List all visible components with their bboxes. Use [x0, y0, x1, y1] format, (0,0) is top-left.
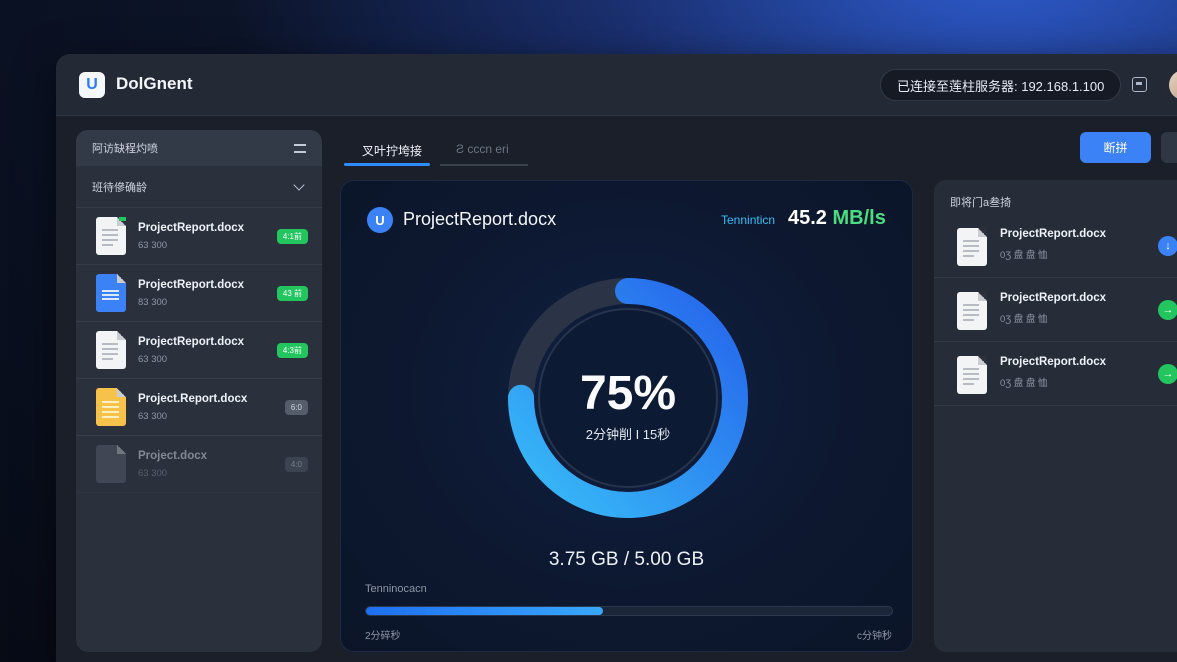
secondary-button[interactable] [1161, 132, 1177, 163]
disconnect-button[interactable]: 断拼 [1080, 132, 1151, 163]
chevron-down-icon[interactable] [293, 178, 305, 191]
doc-yellow-icon [96, 388, 126, 426]
file-meta: 0Ʒ 盘 盘 恤 [1000, 378, 1048, 389]
menu-icon[interactable] [294, 143, 306, 153]
top-bar: U DolGnent 已连接至莲柱服务器: 192.168.1.100 [56, 54, 1177, 116]
file-name: ProjectReport.docx [138, 335, 245, 348]
file-name: Project.Report.docx [138, 392, 248, 405]
file-name: ProjectReport.docx [1000, 356, 1107, 368]
doc-blue-icon [96, 274, 126, 312]
active-tab-indicator [344, 163, 430, 166]
tab-transfer[interactable]: 叉叶拧垮接 [362, 142, 422, 159]
transfer-file-name: ProjectReport.docx [403, 209, 557, 229]
status-badge: 43 前 [276, 285, 308, 301]
speed-label: Tenninticn [721, 213, 776, 227]
upcoming-row[interactable]: ProjectReport.docx 0Ʒ 盘 盘 恤 → [934, 278, 1177, 342]
avatar[interactable] [1169, 70, 1177, 100]
status-badge: 4:0 [284, 456, 308, 472]
upcoming-row[interactable]: ProjectReport.docx 0Ʒ 盘 盘 恤 → [934, 342, 1177, 406]
progress-bar-fill [366, 607, 603, 615]
progress-percent: 75% [579, 367, 677, 420]
status-badge: 4:1前 [276, 228, 308, 244]
connection-status-badge: 已连接至莲柱服务器: 192.168.1.100 [880, 69, 1122, 101]
file-meta: 0Ʒ 盘 盘 恤 [1000, 314, 1048, 325]
window-icon[interactable] [1132, 77, 1147, 92]
file-meta: 63 300 [138, 239, 168, 251]
doc-white-icon [96, 217, 126, 255]
progress-ring: 75% 2分钟削 I 15秒 [498, 268, 758, 528]
elapsed-label: 2分碎秒 [365, 631, 401, 642]
file-meta: 83 300 [138, 296, 168, 308]
file-row[interactable]: Project.Report.docx 63 300 6:0 [76, 379, 322, 436]
file-row[interactable]: ProjectReport.docx 63 300 4:3前 [76, 322, 322, 379]
app-window: U DolGnent 已连接至莲柱服务器: 192.168.1.100 阿访缺程… [56, 54, 1177, 662]
file-name: ProjectReport.docx [1000, 228, 1107, 240]
file-meta: 63 300 [138, 467, 168, 479]
file-list-section[interactable]: 班待傪确龄 [76, 166, 322, 208]
file-list-header: 阿访缺程灼喷 [76, 130, 322, 166]
transfer-size: 3.75 GB / 5.00 GB [548, 549, 705, 570]
tab-divider [440, 164, 528, 166]
file-list-header-label: 阿访缺程灼喷 [92, 143, 158, 155]
eta-label: c分钟秒 [857, 631, 892, 642]
speed-unit: MB/ls [832, 207, 886, 229]
file-meta: 63 300 [138, 353, 168, 365]
file-name: ProjectReport.docx [138, 221, 245, 234]
progress-bar [365, 606, 893, 616]
speed-readout: 45.2 MB/ls [788, 207, 886, 230]
speed-value: 45.2 [788, 207, 827, 229]
file-row[interactable]: ProjectReport.docx 83 300 43 前 [76, 265, 322, 322]
status-badge: 6:0 [284, 399, 308, 415]
doc-white-icon [957, 228, 987, 266]
doc-white-icon [957, 292, 987, 330]
file-row[interactable]: ProjectReport.docx 63 300 4:1前 [76, 208, 322, 265]
time-remaining: 2分钟削 I 15秒 [585, 427, 671, 442]
file-meta: 63 300 [138, 410, 168, 422]
transfer-card: U ProjectReport.docx Tenninticn 45.2 MB/… [340, 180, 913, 652]
file-meta: 0Ʒ 盘 盘 恤 [1000, 250, 1048, 261]
file-name: Project.docx [138, 449, 208, 462]
file-name: ProjectReport.docx [138, 278, 245, 291]
file-list-section-label: 班待傪确龄 [92, 181, 147, 194]
upcoming-row[interactable]: ProjectReport.docx 0Ʒ 盘 盘 恤 ↓ [934, 214, 1177, 278]
arrow-right-icon[interactable]: → [1158, 364, 1177, 384]
file-name: ProjectReport.docx [1000, 292, 1107, 304]
download-icon[interactable]: ↓ [1158, 236, 1177, 256]
doc-gray-icon [96, 445, 126, 483]
file-row[interactable]: Project.docx 63 300 4:0 [76, 436, 322, 493]
status-badge: 4:3前 [276, 342, 308, 358]
doc-white-icon [957, 356, 987, 394]
tab-history[interactable]: Ƨ cccn eri [456, 142, 509, 156]
progress-bar-label: Tenninocacn [365, 583, 427, 595]
upcoming-title: 即将门a叁掎 [950, 197, 1012, 209]
arrow-right-icon[interactable]: → [1158, 300, 1177, 320]
file-list-panel: 阿访缺程灼喷 班待傪确龄 ProjectReport.docx 63 300 4… [76, 130, 322, 652]
app-logo-icon: U [79, 72, 105, 98]
doc-white-icon [96, 331, 126, 369]
upcoming-panel: 即将门a叁掎 ProjectReport.docx 0Ʒ 盘 盘 恤 ↓ Pro… [934, 180, 1177, 652]
app-title: DolGnent [116, 74, 193, 93]
file-icon: U [367, 207, 393, 233]
